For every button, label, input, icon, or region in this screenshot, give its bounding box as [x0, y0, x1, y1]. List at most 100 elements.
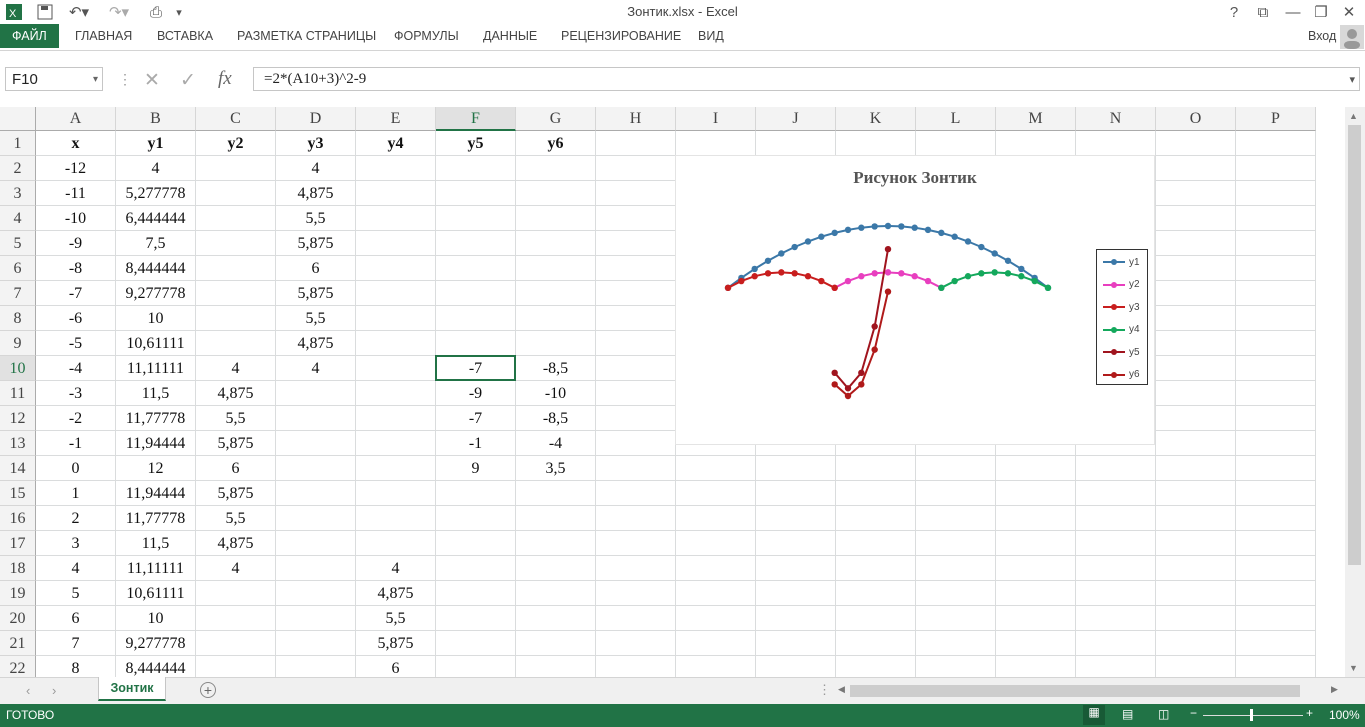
cell-a7[interactable]: -7	[36, 281, 116, 306]
row-header-1[interactable]: 1	[0, 131, 36, 156]
row-header-5[interactable]: 5	[0, 231, 36, 256]
column-header-e[interactable]: E	[356, 107, 436, 131]
cell-e15[interactable]	[356, 481, 436, 506]
cell-i1[interactable]	[676, 131, 756, 156]
data-point-y2[interactable]	[898, 270, 905, 277]
cell-i22[interactable]	[676, 656, 756, 677]
cell-g20[interactable]	[516, 606, 596, 631]
cell-m21[interactable]	[996, 631, 1076, 656]
cell-e1[interactable]: y4	[356, 131, 436, 156]
cell-h9[interactable]	[596, 331, 676, 356]
data-point-y3[interactable]	[724, 284, 732, 292]
cell-h17[interactable]	[596, 531, 676, 556]
cell-b1[interactable]: y1	[116, 131, 196, 156]
cell-b7[interactable]: 9,277778	[116, 281, 196, 306]
cell-a21[interactable]: 7	[36, 631, 116, 656]
cell-d14[interactable]	[276, 456, 356, 481]
data-point-y1[interactable]	[898, 223, 905, 230]
cell-o12[interactable]	[1156, 406, 1236, 431]
cell-b13[interactable]: 11,94444	[116, 431, 196, 456]
cell-o13[interactable]	[1156, 431, 1236, 456]
cell-k21[interactable]	[836, 631, 916, 656]
cell-k16[interactable]	[836, 506, 916, 531]
page-break-view-icon[interactable]: ◫	[1158, 707, 1169, 721]
cell-e18[interactable]: 4	[356, 556, 436, 581]
cell-d18[interactable]	[276, 556, 356, 581]
data-point-y1[interactable]	[911, 224, 918, 231]
cell-d13[interactable]	[276, 431, 356, 456]
page-layout-view-icon[interactable]: ▤	[1122, 707, 1133, 721]
row-header-6[interactable]: 6	[0, 256, 36, 281]
cell-g4[interactable]	[516, 206, 596, 231]
data-point-y6[interactable]	[858, 381, 865, 388]
cell-c9[interactable]	[196, 331, 276, 356]
cell-m15[interactable]	[996, 481, 1076, 506]
cell-o4[interactable]	[1156, 206, 1236, 231]
cell-e2[interactable]	[356, 156, 436, 181]
cell-n22[interactable]	[1076, 656, 1156, 677]
cell-a4[interactable]: -10	[36, 206, 116, 231]
cell-g7[interactable]	[516, 281, 596, 306]
cell-f10[interactable]: -7	[436, 356, 516, 381]
cell-o3[interactable]	[1156, 181, 1236, 206]
cell-e8[interactable]	[356, 306, 436, 331]
cell-k22[interactable]	[836, 656, 916, 677]
cell-d10[interactable]: 4	[276, 356, 356, 381]
data-point-y5[interactable]	[831, 369, 838, 377]
data-point-y3[interactable]	[738, 277, 745, 285]
cell-b11[interactable]: 11,5	[116, 381, 196, 406]
cell-i17[interactable]	[676, 531, 756, 556]
cell-e13[interactable]	[356, 431, 436, 456]
cell-f13[interactable]: -1	[436, 431, 516, 456]
cell-e11[interactable]	[356, 381, 436, 406]
data-point-y6[interactable]	[844, 392, 852, 400]
cell-e4[interactable]	[356, 206, 436, 231]
cell-n21[interactable]	[1076, 631, 1156, 656]
cell-n15[interactable]	[1076, 481, 1156, 506]
cell-g16[interactable]	[516, 506, 596, 531]
cell-d6[interactable]: 6	[276, 256, 356, 281]
cell-o16[interactable]	[1156, 506, 1236, 531]
zoom-in-icon[interactable]: +	[1306, 706, 1313, 720]
data-point-y1[interactable]	[858, 224, 865, 231]
cell-h3[interactable]	[596, 181, 676, 206]
cell-k19[interactable]	[836, 581, 916, 606]
cell-b2[interactable]: 4	[116, 156, 196, 181]
cell-g10[interactable]: -8,5	[516, 356, 596, 381]
cell-g8[interactable]	[516, 306, 596, 331]
cell-d9[interactable]: 4,875	[276, 331, 356, 356]
data-point-y4[interactable]	[991, 269, 998, 276]
cell-i18[interactable]	[676, 556, 756, 581]
column-header-a[interactable]: A	[36, 107, 116, 131]
cell-f4[interactable]	[436, 206, 516, 231]
cell-g12[interactable]: -8,5	[516, 406, 596, 431]
data-point-y3[interactable]	[804, 273, 812, 280]
cell-j1[interactable]	[756, 131, 836, 156]
prev-sheet-icon[interactable]: ‹	[26, 683, 30, 698]
cell-h5[interactable]	[596, 231, 676, 256]
cell-g15[interactable]	[516, 481, 596, 506]
cell-g5[interactable]	[516, 231, 596, 256]
cell-e9[interactable]	[356, 331, 436, 356]
cell-e5[interactable]	[356, 231, 436, 256]
cell-c12[interactable]: 5,5	[196, 406, 276, 431]
cell-h14[interactable]	[596, 456, 676, 481]
tab-formulas[interactable]: ФОРМУЛЫ	[394, 24, 459, 48]
cell-c11[interactable]: 4,875	[196, 381, 276, 406]
cell-l16[interactable]	[916, 506, 996, 531]
cell-p4[interactable]	[1236, 206, 1316, 231]
row-header-14[interactable]: 14	[0, 456, 36, 481]
data-point-y3[interactable]	[751, 273, 758, 280]
cell-a9[interactable]: -5	[36, 331, 116, 356]
data-point-y1[interactable]	[951, 233, 958, 240]
cell-m14[interactable]	[996, 456, 1076, 481]
cell-o8[interactable]	[1156, 306, 1236, 331]
zoom-slider-thumb[interactable]	[1250, 709, 1253, 721]
avatar[interactable]	[1340, 25, 1364, 49]
column-header-b[interactable]: B	[116, 107, 196, 131]
cell-j16[interactable]	[756, 506, 836, 531]
cell-d11[interactable]	[276, 381, 356, 406]
cell-o14[interactable]	[1156, 456, 1236, 481]
tab-split-handle[interactable]: ⋮	[818, 682, 831, 698]
cell-a10[interactable]: -4	[36, 356, 116, 381]
